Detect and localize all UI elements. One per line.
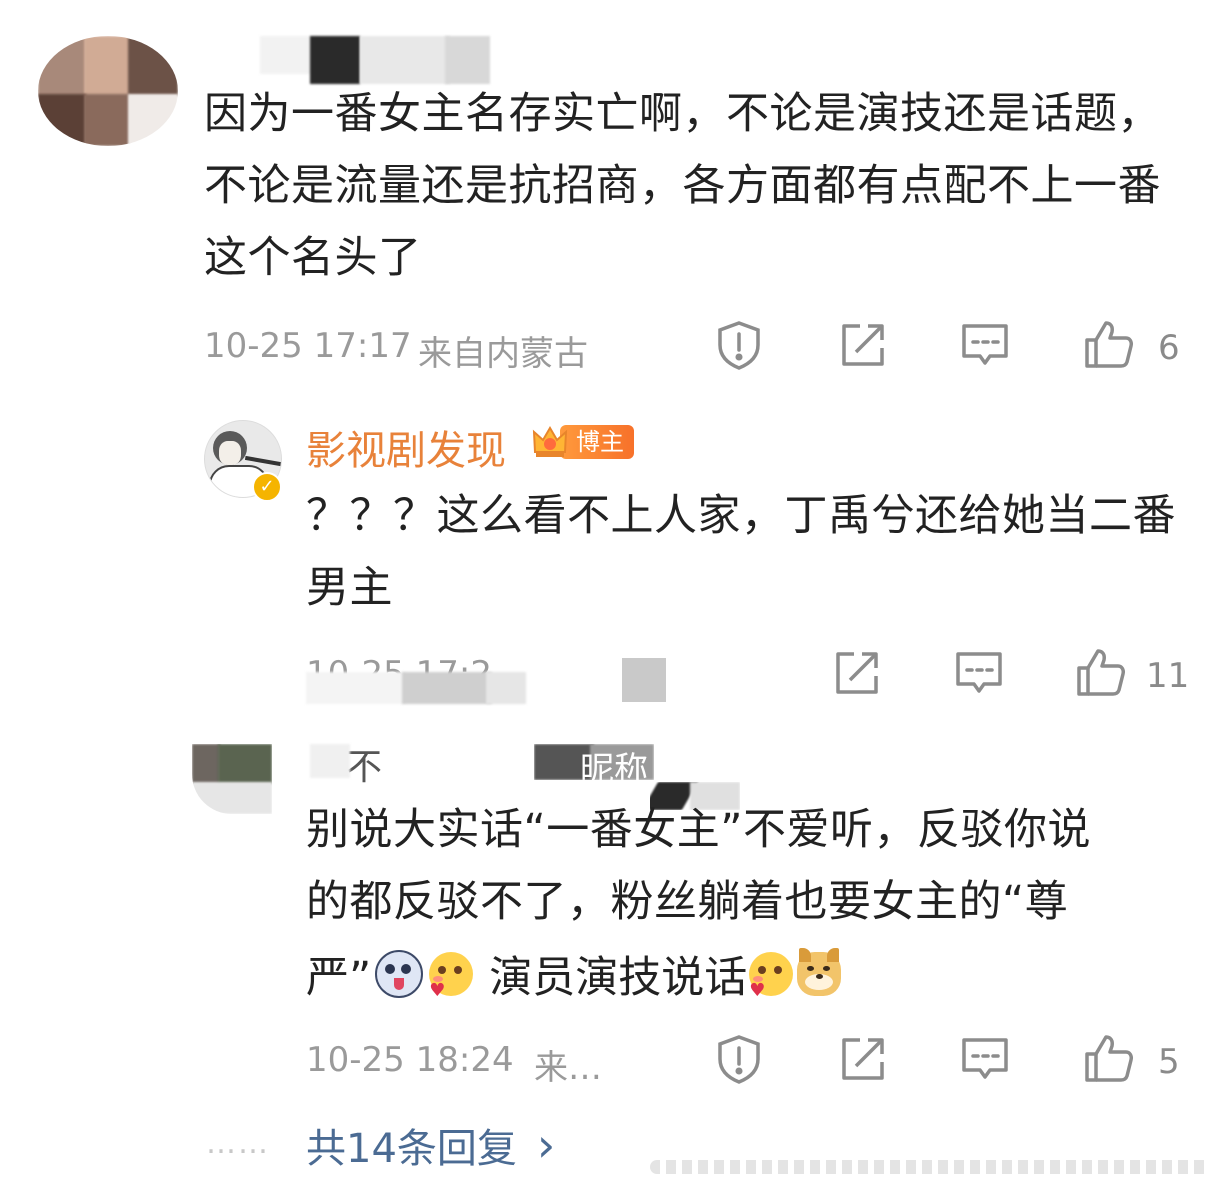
- username-redaction: 昵称: [534, 744, 654, 780]
- like-icon[interactable]: [1082, 318, 1136, 372]
- report-icon[interactable]: [712, 1032, 766, 1086]
- blogger-badge: 博主: [530, 422, 634, 462]
- crown-icon: [532, 426, 568, 457]
- view-more-replies-link[interactable]: 共14条回复 ›: [306, 1116, 555, 1174]
- like-count: 5: [1158, 1042, 1180, 1082]
- doge-emoji-icon: [797, 948, 842, 996]
- like-icon[interactable]: [1074, 646, 1128, 700]
- comment-icon[interactable]: [958, 318, 1012, 372]
- username[interactable]: 影视剧发现: [306, 418, 506, 476]
- username-fragment: 不: [346, 747, 383, 788]
- avatar[interactable]: [192, 744, 272, 814]
- chevron-right-icon: ›: [536, 1118, 556, 1172]
- dots-divider: ……: [206, 1126, 270, 1161]
- like-count: 6: [1158, 328, 1180, 368]
- husky-emoji-icon: [375, 950, 424, 998]
- reply-text-fragment: 演员演技说话: [489, 953, 748, 1003]
- more-replies-label: 共14条回复: [306, 1126, 517, 1172]
- username-fragment: 昵称: [580, 750, 648, 780]
- comment-icon[interactable]: [952, 646, 1006, 700]
- reply-text-fragment: 严”: [306, 953, 372, 1003]
- blush-heart-emoji-icon: ♥: [749, 952, 794, 1000]
- reply-text-line: 别说大实话“一番女主”不爱听，反驳你说: [306, 805, 1092, 855]
- reply-location: 来…: [534, 1048, 602, 1088]
- username-redaction: [310, 744, 350, 778]
- comment-location: 来自内蒙古: [418, 334, 588, 374]
- reply-text-line3: 严” ♥ 演员演技说话 ♥: [306, 938, 842, 1010]
- avatar[interactable]: [38, 36, 178, 146]
- share-icon[interactable]: [836, 1032, 890, 1086]
- verified-badge-icon: ✓: [252, 472, 282, 502]
- reply-text: ？？？这么看不上人家，丁禹兮还给她当二番男主: [306, 491, 1176, 613]
- comment-icon[interactable]: [958, 1032, 1012, 1086]
- blush-heart-emoji-icon: ♥: [429, 952, 474, 1000]
- watermark-dots: [650, 1160, 1210, 1174]
- redaction: [622, 658, 666, 702]
- reply-time: 10-25 18:24: [306, 1040, 514, 1080]
- like-count: 11: [1146, 656, 1190, 696]
- share-icon[interactable]: [830, 646, 884, 700]
- report-icon[interactable]: [712, 318, 766, 372]
- like-icon[interactable]: [1082, 1032, 1136, 1086]
- comment-time: 10-25 17:17: [204, 326, 412, 366]
- share-icon[interactable]: [836, 318, 890, 372]
- badge-label: 博主: [560, 425, 634, 459]
- reply-text-line: 的都反驳不了，粉丝躺着也要女主的“尊: [306, 877, 1069, 927]
- comment-text: 因为一番女主名存实亡啊，不论是演技还是话题，不论是流量还是抗招商，各方面都有点配…: [204, 89, 1161, 283]
